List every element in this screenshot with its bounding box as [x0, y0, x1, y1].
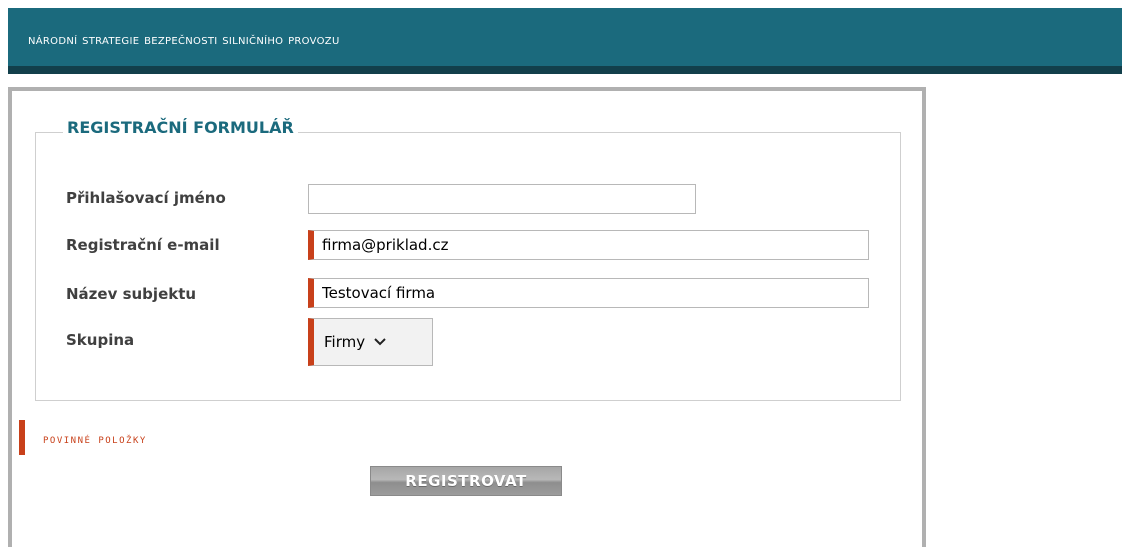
form-legend: REGISTRAČNÍ FORMULÁŘ	[63, 118, 298, 137]
email-label: Registrační e-mail	[66, 236, 220, 254]
chevron-down-icon	[374, 338, 386, 346]
register-button[interactable]: REGISTROVAT	[370, 466, 562, 496]
site-title: Národní strategie bezpečnosti silničního…	[28, 32, 340, 48]
login-name-input[interactable]	[308, 184, 696, 214]
group-select[interactable]: Firmy	[308, 318, 433, 366]
header-bottom-band	[8, 66, 1122, 74]
required-marker	[19, 420, 25, 455]
subject-name-label: Název subjektu	[66, 285, 197, 303]
subject-name-input[interactable]	[308, 278, 869, 308]
group-selected-value: Firmy	[324, 333, 366, 351]
required-fields-note: POVINNÉ POLOŽKY	[43, 436, 147, 446]
login-name-label: Přihlašovací jméno	[66, 189, 226, 207]
group-label: Skupina	[66, 331, 135, 349]
registration-fieldset: REGISTRAČNÍ FORMULÁŘ Přihlašovací jméno …	[35, 118, 901, 401]
registration-panel: REGISTRAČNÍ FORMULÁŘ Přihlašovací jméno …	[8, 87, 926, 547]
site-header: Národní strategie bezpečnosti silničního…	[8, 8, 1122, 74]
email-input[interactable]	[308, 230, 869, 260]
